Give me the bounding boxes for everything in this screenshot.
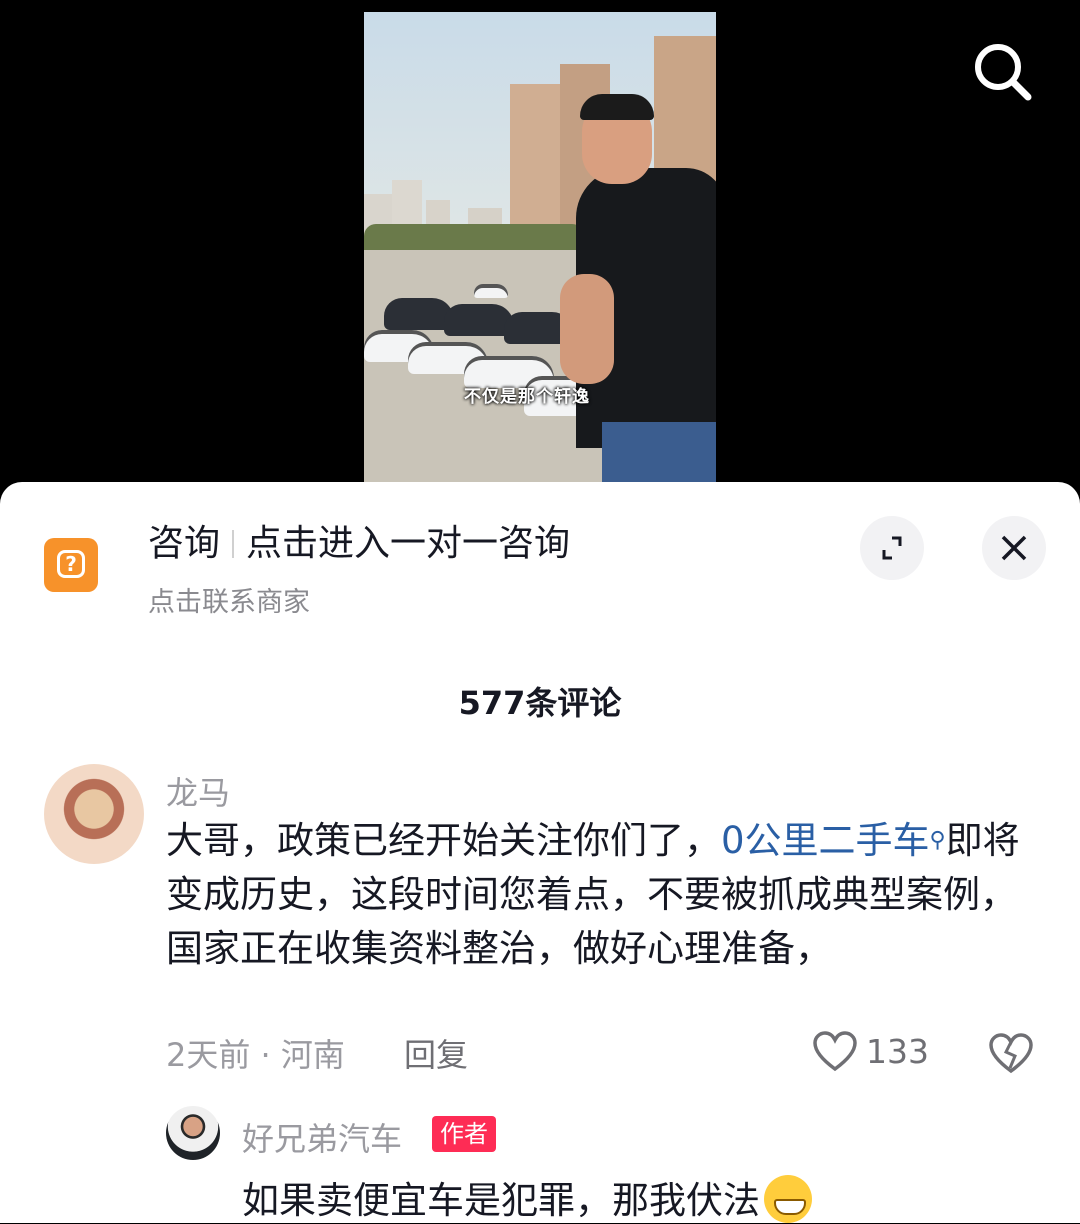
- close-icon: [1001, 535, 1027, 561]
- video-player[interactable]: 不仅是那个轩逸: [0, 0, 1080, 500]
- comment-meta: 2天前 · 河南: [166, 1036, 345, 1074]
- search-small-icon[interactable]: ⚲: [930, 828, 946, 853]
- person-jeans: [602, 422, 716, 482]
- consult-label: 咨询: [148, 523, 221, 564]
- divider: [232, 530, 235, 558]
- video-frame[interactable]: 不仅是那个轩逸: [364, 12, 716, 482]
- author-badge: 作者: [432, 1116, 496, 1152]
- dislike-button[interactable]: [988, 1032, 1034, 1074]
- comment-text-start: 大哥，政策已经开始关注你们了，: [166, 819, 721, 862]
- person-arm: [560, 274, 614, 384]
- search-link[interactable]: 0公里二手车: [721, 819, 930, 862]
- reply-button[interactable]: 回复: [404, 1030, 468, 1076]
- comment-text[interactable]: 大哥，政策已经开始关注你们了，0公里二手车⚲即将变成历史，这段时间您着点，不要被…: [166, 814, 1026, 976]
- search-icon: [975, 44, 1032, 101]
- avatar[interactable]: [44, 764, 144, 864]
- comment-username[interactable]: 龙马: [166, 768, 230, 814]
- consult-subtitle[interactable]: 点击联系商家: [148, 580, 310, 619]
- comments-count: 577条评论: [458, 684, 622, 722]
- consult-action: 点击进入一对一咨询: [246, 523, 571, 564]
- consult-banner-title[interactable]: 咨询 点击进入一对一咨询: [148, 514, 570, 566]
- person-hair: [580, 94, 654, 120]
- avatar[interactable]: [166, 1106, 220, 1160]
- grin-emoji-icon: [764, 1175, 812, 1223]
- expand-button[interactable]: [860, 516, 924, 580]
- reply-username[interactable]: 好兄弟汽车: [242, 1114, 402, 1160]
- search-button[interactable]: [970, 40, 1034, 104]
- car: [474, 284, 508, 298]
- close-button[interactable]: [982, 516, 1046, 580]
- tree-line: [364, 224, 584, 250]
- reply-text[interactable]: 如果卖便宜车是犯罪，那我伏法: [242, 1170, 812, 1224]
- heart-icon: [813, 1031, 857, 1072]
- question-icon[interactable]: ?: [44, 538, 98, 592]
- video-subtitle: 不仅是那个轩逸: [464, 387, 590, 407]
- comments-sheet: ? 咨询 点击进入一对一咨询 点击联系商家 577条评论 龙马 大哥，政策已经开始…: [0, 482, 1080, 1223]
- expand-icon: [882, 536, 902, 560]
- like-count: 133: [866, 1031, 929, 1071]
- like-button[interactable]: 133: [812, 1028, 929, 1074]
- reply-text-content: 如果卖便宜车是犯罪，那我伏法: [242, 1179, 760, 1222]
- broken-heart-icon: [989, 1033, 1033, 1074]
